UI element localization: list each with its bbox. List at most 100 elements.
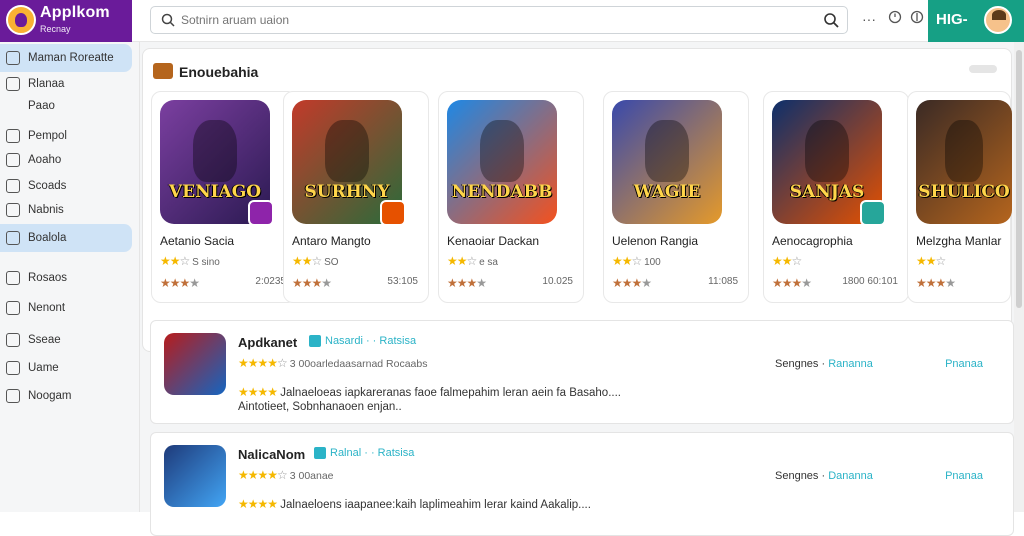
download-count: 2:0235: [255, 276, 286, 287]
game-cover-image[interactable]: WAGIE: [612, 100, 722, 224]
rating-row: ★★☆: [772, 254, 802, 268]
sidebar-item-label: Maman Roreatte: [28, 52, 114, 64]
sidebar-item-label: Rlanaa: [28, 78, 65, 90]
featured-card[interactable]: WAGIE Uelenon Rangia ★★☆ 100 ★★★★ 11:085: [603, 91, 749, 303]
sidebar-item[interactable]: Aoaho: [0, 146, 132, 174]
featured-card[interactable]: VENIAGO Aetanio Sacia ★★☆ S sino ★★★★ 2:0235: [151, 91, 297, 303]
subcategory-link[interactable]: Dananna: [828, 470, 873, 482]
star-rating-icon: ★★★★☆: [238, 356, 288, 370]
sidebar-item-label: Boalola: [28, 232, 67, 244]
star-rating-icon: ★★★★: [916, 276, 956, 290]
rating-row: ★★☆ SO: [292, 254, 339, 268]
star-rating-icon: ★★☆: [160, 254, 190, 268]
card-title: Antaro Mangto: [292, 234, 371, 248]
category-label: Sengnes · Dananna: [775, 470, 873, 482]
user-menu[interactable]: HIG-: [928, 0, 1024, 42]
featured-card[interactable]: SURHNY Antaro Mangto ★★☆ SO ★★★★ 53:105: [283, 91, 429, 303]
rating-row: ★★☆: [916, 254, 946, 268]
price-button[interactable]: Pnanaa: [945, 470, 983, 482]
featured-card[interactable]: SANJAS Aenocagrophia ★★☆ ★★★★ 1800 60:101: [763, 91, 909, 303]
card-title: Uelenon Rangia: [612, 234, 699, 248]
image-icon: [6, 389, 20, 403]
description-line: Jalnaeloens iaapanee:kaih laplimeahim le…: [280, 499, 591, 511]
sidebar-item[interactable]: Maman Roreatte: [0, 44, 132, 72]
app-badge-icon: [380, 200, 406, 226]
sidebar-item-label: Rosaos: [28, 272, 67, 284]
featured-more-link[interactable]: [969, 65, 997, 73]
avatar[interactable]: [984, 6, 1012, 34]
review-row: ★★★★ 53:105: [292, 276, 422, 290]
app-thumbnail[interactable]: [164, 445, 226, 507]
star-rating-icon: ★★★★☆: [238, 468, 288, 482]
star-rating-icon: ★★☆: [447, 254, 477, 268]
rating-meta: 3 00anae: [289, 470, 334, 482]
sidebar-item-label: Uame: [28, 362, 59, 374]
logo-icon: [6, 5, 36, 35]
sidebar-item[interactable]: Nenont: [0, 294, 132, 322]
character-figure: [325, 119, 369, 182]
character-figure: [193, 119, 237, 182]
app-list-row[interactable]: Apdkanet Nasardi · · Ratsisa ★★★★☆ 3 00oar…: [150, 320, 1014, 424]
sidebar-item[interactable]: Paao: [0, 92, 132, 120]
sidebar-item-label: Pempol: [28, 130, 67, 142]
more-icon[interactable]: ···: [860, 10, 878, 28]
top-bar: Applkom Recnay ··· HIG-: [0, 0, 1024, 42]
clock-icon[interactable]: [886, 10, 904, 28]
review-row: ★★★★ 1800 60:101: [772, 276, 902, 290]
sidebar: Maman Roreatte Rlanaa Paao Pempol Aoaho Scoad…: [0, 42, 140, 512]
verified-icon: [309, 335, 321, 347]
sidebar-item[interactable]: Uame: [0, 354, 132, 382]
vertical-scrollbar[interactable]: [1014, 42, 1024, 512]
download-count: 10.025: [542, 276, 573, 287]
sidebar-item[interactable]: Rosaos: [0, 264, 132, 292]
scrollbar-thumb[interactable]: [1016, 50, 1022, 308]
featured-card[interactable]: SHULICO Melzgha Manlar ★★☆ ★★★★: [907, 91, 1012, 303]
developer-link[interactable]: Nasardi · · Ratsisa: [325, 335, 416, 347]
download-count: 53:105: [387, 276, 418, 287]
developer-link[interactable]: Ralnal · · Ratsisa: [330, 447, 414, 459]
download-count: 11:085: [708, 276, 738, 287]
featured-card[interactable]: NENDABB Kenaoiar Dackan ★★☆ e sa ★★★★ 10.025: [438, 91, 584, 303]
download-count: 1800 60:101: [842, 276, 898, 287]
description-line-2: Aintotieet, Sobnhanaoen enjan..: [238, 401, 402, 413]
price-button[interactable]: Pnanaa: [945, 358, 983, 370]
app-thumbnail[interactable]: [164, 333, 226, 395]
app-badge-icon: [248, 200, 274, 226]
star-rating-icon: ★★★★: [612, 276, 652, 290]
star-rating-icon: ★★★★: [238, 497, 278, 511]
featured-section: Enouebahia VENIAGO Aetanio Sacia ★★☆ S sin…: [142, 48, 1012, 352]
sidebar-item[interactable]: Sseae: [0, 326, 132, 354]
cover-title: NENDABB: [451, 182, 553, 202]
sidebar-item[interactable]: Noogam: [0, 382, 132, 410]
settings-icon[interactable]: [908, 10, 926, 28]
category-label: Sengnes · Rananna: [775, 358, 873, 370]
search-submit-icon[interactable]: [823, 12, 839, 28]
game-cover-image[interactable]: SHULICO: [916, 100, 1012, 224]
app-name[interactable]: NalicaNom: [238, 447, 305, 462]
cover-title: SANJAS: [789, 182, 865, 202]
sidebar-item[interactable]: Nabnis: [0, 196, 132, 224]
search-bar[interactable]: [150, 6, 848, 34]
game-cover-image[interactable]: NENDABB: [447, 100, 557, 224]
app-name[interactable]: Apdkanet: [238, 335, 297, 350]
subcategory-link[interactable]: Rananna: [828, 358, 873, 370]
sidebar-item-label: Sseae: [28, 334, 61, 346]
sidebar-item-label: Noogam: [28, 390, 72, 402]
rating-meta: S sino: [192, 257, 220, 268]
app-title: Applkom: [40, 4, 110, 21]
sidebar-item-label: Scoads: [28, 180, 67, 192]
calendar-icon: [6, 179, 20, 193]
rating-row: ★★★★☆ 3 00oarledaasarnad Rocaabs: [238, 356, 428, 370]
search-input[interactable]: [181, 10, 811, 30]
category-name: Sengnes: [775, 358, 819, 370]
main-content: Enouebahia VENIAGO Aetanio Sacia ★★☆ S sin…: [140, 42, 1024, 536]
app-list-row[interactable]: NalicaNom Ralnal · · Ratsisa ★★★★☆ 3 00ana…: [150, 432, 1014, 536]
card-title: Melzgha Manlar: [916, 234, 1002, 248]
card-title: Kenaoiar Dackan: [447, 234, 540, 248]
character-figure: [805, 119, 849, 182]
character-figure: [480, 119, 524, 182]
sidebar-item[interactable]: Boalola: [0, 224, 132, 252]
app-logo[interactable]: Applkom Recnay: [0, 0, 132, 42]
rating-row: ★★☆ S sino: [160, 254, 220, 268]
rating-meta: 3 00oarledaasarnad Rocaabs: [289, 358, 428, 370]
